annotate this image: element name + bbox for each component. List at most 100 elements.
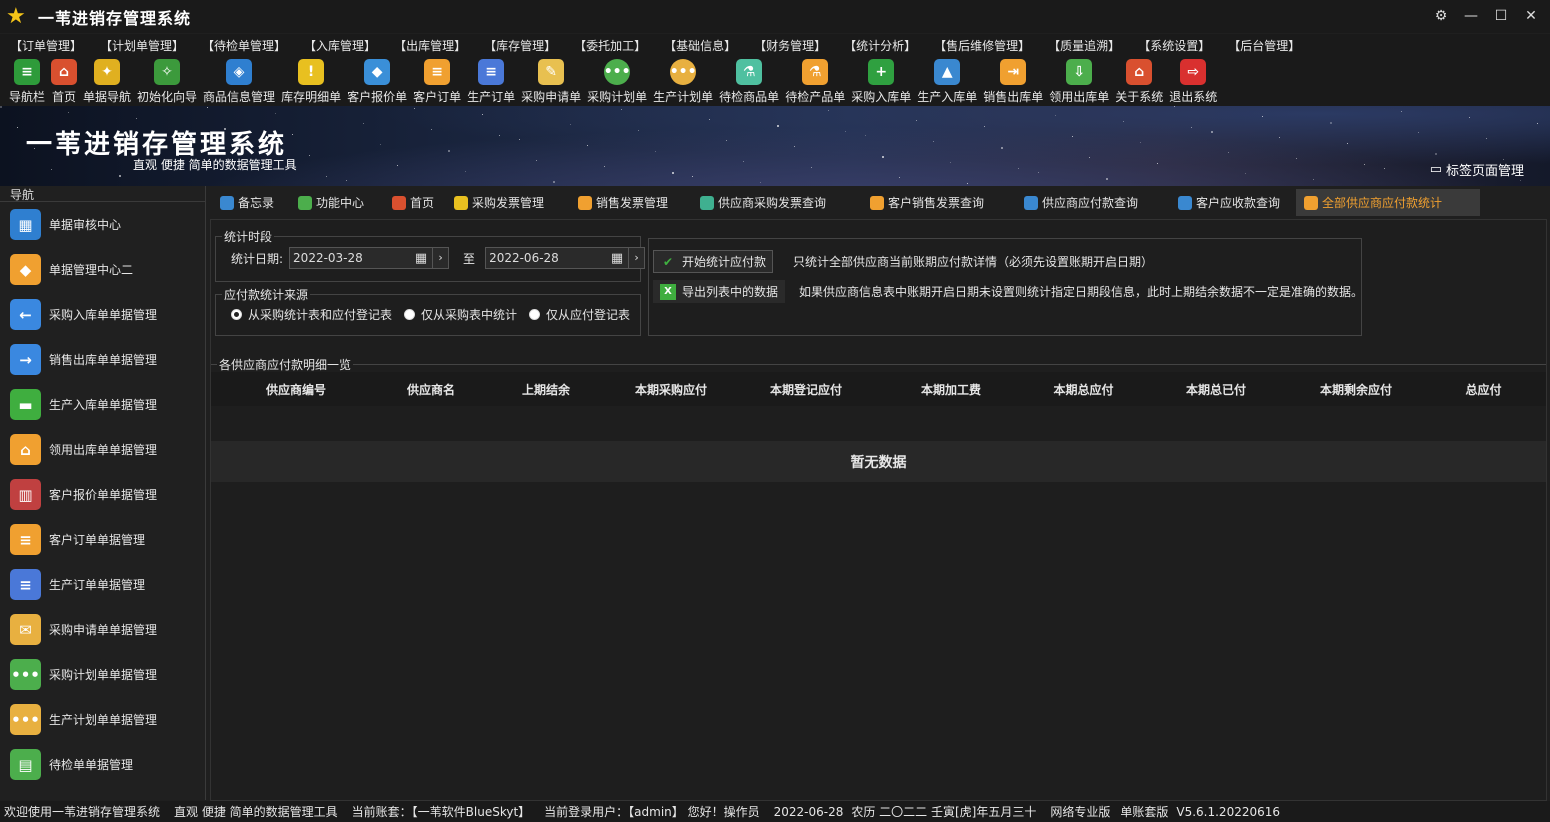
sidebar-item[interactable]: ••• 采购计划单单据管理: [0, 652, 205, 697]
toolbar-label: 生产计划单: [653, 90, 714, 104]
column-header[interactable]: 上期结余: [481, 381, 611, 398]
menu-item[interactable]: 【计划单管理】: [96, 37, 198, 54]
toolbar-button[interactable]: ✧ 初始化向导: [134, 56, 200, 105]
column-header[interactable]: 本期登记应付: [731, 381, 881, 398]
toolbar-button[interactable]: ≡ 客户订单: [410, 56, 464, 105]
sidebar-item[interactable]: ▤ 待检单单据管理: [0, 742, 205, 787]
menu-item[interactable]: 【后台管理】: [1224, 37, 1314, 54]
period-legend: 统计时段: [224, 230, 273, 244]
star-decoration: [1211, 131, 1213, 133]
column-header[interactable]: 本期加工费: [881, 381, 1021, 398]
date-from-picker[interactable]: 2022-03-28 ▦ ›: [289, 247, 450, 269]
toolbar-button[interactable]: ✦ 单据导航: [80, 56, 134, 105]
calendar-icon[interactable]: ▦: [606, 251, 628, 266]
toolbar-button[interactable]: ◈ 商品信息管理: [200, 56, 278, 105]
sidebar-item-icon: ≡: [10, 569, 41, 600]
toolbar-button[interactable]: + 采购入库单: [848, 56, 914, 105]
menu-item[interactable]: 【待检单管理】: [198, 37, 300, 54]
toolbar-button[interactable]: ⚗ 待检产品单: [782, 56, 848, 105]
menu-item[interactable]: 【售后维修管理】: [930, 37, 1044, 54]
minimize-button[interactable]: —: [1458, 4, 1484, 28]
sidebar-item[interactable]: ≡ 客户订单单据管理: [0, 517, 205, 562]
toolbar-button[interactable]: ▲ 生产入库单: [914, 56, 980, 105]
star-decoration: [292, 134, 293, 135]
toolbar-button[interactable]: ⌂ 关于系统: [1112, 56, 1166, 105]
column-header[interactable]: 供应商名: [381, 381, 481, 398]
toolbar-button[interactable]: ✎ 采购申请单: [518, 56, 584, 105]
tab[interactable]: 客户销售发票查询: [862, 189, 1016, 216]
sidebar-item[interactable]: ◆ 单据管理中心二: [0, 247, 205, 292]
column-header[interactable]: 本期采购应付: [611, 381, 731, 398]
sidebar-item[interactable]: ••• 生产计划单单据管理: [0, 697, 205, 742]
toolbar-button[interactable]: ≡ 生产订单: [464, 56, 518, 105]
menu-item[interactable]: 【统计分析】: [840, 37, 930, 54]
column-header[interactable]: 本期总已付: [1146, 381, 1286, 398]
close-button[interactable]: ✕: [1518, 4, 1544, 28]
menu-item[interactable]: 【基础信息】: [660, 37, 750, 54]
sidebar-item[interactable]: ▥ 客户报价单单据管理: [0, 472, 205, 517]
tab[interactable]: 销售发票管理: [570, 189, 692, 216]
banner-subtitle: 直观 便捷 简单的数据管理工具: [133, 158, 297, 172]
sidebar-item[interactable]: ▦ 单据审核中心: [0, 202, 205, 247]
column-header[interactable]: 本期剩余应付: [1286, 381, 1426, 398]
toolbar-button[interactable]: ⇨ 退出系统: [1166, 56, 1220, 105]
chevron-right-icon[interactable]: ›: [432, 248, 448, 268]
sidebar-item[interactable]: → 销售出库单单据管理: [0, 337, 205, 382]
tab[interactable]: 供应商采购发票查询: [692, 189, 862, 216]
chevron-right-icon[interactable]: ›: [628, 248, 644, 268]
sidebar-item[interactable]: ← 采购入库单单据管理: [0, 292, 205, 337]
menu-item[interactable]: 【财务管理】: [750, 37, 840, 54]
star-decoration: [1364, 164, 1365, 165]
toolbar-button[interactable]: ⇥ 销售出库单: [980, 56, 1046, 105]
toolbar-label: 销售出库单: [983, 90, 1044, 104]
date-to-picker[interactable]: 2022-06-28 ▦ ›: [485, 247, 646, 269]
tab[interactable]: 功能中心: [290, 189, 384, 216]
toolbar-button[interactable]: ! 库存明细单: [278, 56, 344, 105]
toolbar-button[interactable]: ••• 生产计划单: [650, 56, 716, 105]
settings-gear-icon[interactable]: ⚙: [1428, 4, 1454, 28]
tab[interactable]: 供应商应付款查询: [1016, 189, 1170, 216]
tab[interactable]: 备忘录: [212, 189, 290, 216]
menu-item[interactable]: 【质量追溯】: [1044, 37, 1134, 54]
source-radio[interactable]: 从采购统计表和应付登记表: [231, 306, 392, 323]
maximize-button[interactable]: ☐: [1488, 4, 1514, 28]
payables-grid[interactable]: 供应商编号 供应商名 上期结余 本期采购应付 本期登记应付 本期加工费 本期总应付 本期总已付…: [211, 372, 1546, 800]
tab[interactable]: 全部供应商应付款统计: [1296, 189, 1480, 216]
menu-item[interactable]: 【系统设置】: [1134, 37, 1224, 54]
toolbar-button[interactable]: ⌂ 首页: [48, 56, 80, 105]
star-decoration: [1384, 168, 1385, 169]
calendar-icon[interactable]: ▦: [410, 251, 432, 266]
star-decoration: [1089, 157, 1090, 158]
sidebar-item[interactable]: ≡ 生产订单单据管理: [0, 562, 205, 607]
tab[interactable]: 首页: [384, 189, 446, 216]
source-radio-group: 从采购统计表和应付登记表 仅从采购表中统计 仅从应付登记表: [231, 306, 642, 323]
menu-item[interactable]: 【订单管理】: [6, 37, 96, 54]
menu-item[interactable]: 【库存管理】: [480, 37, 570, 54]
toolbar-button[interactable]: ⚗ 待检商品单: [716, 56, 782, 105]
source-radio[interactable]: 仅从采购表中统计: [404, 306, 517, 323]
tab[interactable]: 客户应收款查询: [1170, 189, 1296, 216]
sidebar-item-icon: →: [10, 344, 41, 375]
export-button[interactable]: X 导出列表中的数据: [653, 280, 786, 303]
tab-icon: [700, 195, 714, 210]
toolbar-button[interactable]: ••• 采购计划单: [584, 56, 650, 105]
export-icon: ⇥: [1000, 59, 1027, 85]
column-header[interactable]: 本期总应付: [1021, 381, 1146, 398]
toolbar-button[interactable]: ◆ 客户报价单: [344, 56, 410, 105]
star-decoration: [655, 151, 656, 152]
menu-item[interactable]: 【委托加工】: [570, 37, 660, 54]
sidebar-item[interactable]: ▬ 生产入库单单据管理: [0, 382, 205, 427]
source-radio[interactable]: 仅从应付登记表: [529, 306, 630, 323]
column-header[interactable]: 总应付: [1426, 381, 1541, 398]
tab-label: 采购发票管理: [472, 196, 545, 210]
tab[interactable]: 采购发票管理: [446, 189, 570, 216]
tab-page-manage-button[interactable]: ▭ 标签页面管理: [1430, 160, 1524, 179]
sidebar-item[interactable]: ✉ 采购申请单单据管理: [0, 607, 205, 652]
column-header[interactable]: 供应商编号: [211, 381, 381, 398]
start-stat-button[interactable]: ✔ 开始统计应付款: [653, 250, 774, 273]
toolbar-button[interactable]: ≡ 导航栏: [6, 56, 48, 105]
toolbar-button[interactable]: ⇩ 领用出库单: [1046, 56, 1112, 105]
menu-item[interactable]: 【出库管理】: [390, 37, 480, 54]
menu-item[interactable]: 【入库管理】: [300, 37, 390, 54]
sidebar-item[interactable]: ⌂ 领用出库单单据管理: [0, 427, 205, 472]
